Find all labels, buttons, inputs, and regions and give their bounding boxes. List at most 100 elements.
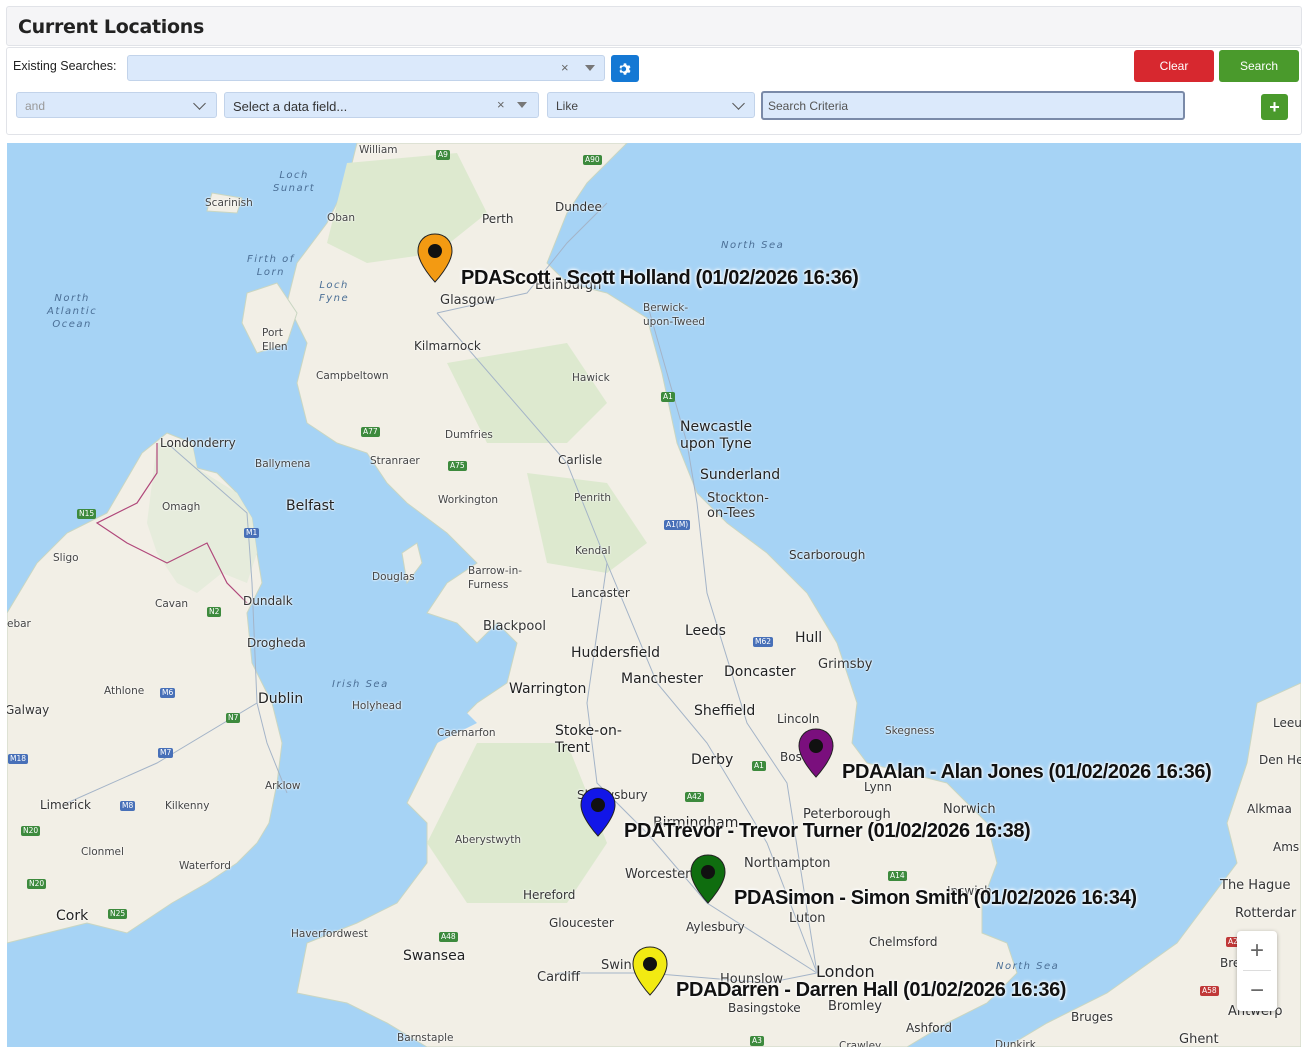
road-shield: M7 bbox=[158, 748, 174, 758]
place-crawley: Crawley bbox=[839, 1040, 882, 1047]
place-port-ellen: Port Ellen bbox=[262, 327, 288, 353]
road-shield: A90 bbox=[583, 155, 602, 165]
place-firth-of-lorn: Firth of Lorn bbox=[247, 254, 295, 278]
add-criteria-button[interactable]: + bbox=[1261, 94, 1288, 120]
road-shield: N15 bbox=[77, 509, 97, 519]
place-scarborough: Scarborough bbox=[789, 548, 866, 562]
road-shield: A48 bbox=[439, 932, 458, 942]
marker-pdaalan[interactable] bbox=[797, 728, 835, 778]
marker-pdascott[interactable] bbox=[416, 233, 454, 283]
place-northampton: Northampton bbox=[744, 856, 831, 871]
road-shield: A9 bbox=[436, 150, 450, 160]
place-limerick: Limerick bbox=[40, 798, 91, 812]
place-dumfries: Dumfries bbox=[445, 429, 493, 441]
place-oban: Oban bbox=[327, 212, 356, 224]
place-skegness: Skegness bbox=[885, 725, 935, 737]
place-galway: Galway bbox=[7, 703, 50, 717]
clear-button[interactable]: Clear bbox=[1134, 50, 1214, 82]
place-haverfordwest: Haverfordwest bbox=[291, 928, 368, 940]
place-basingstoke: Basingstoke bbox=[728, 1001, 801, 1015]
place-barrow: Barrow-in- Furness bbox=[468, 565, 523, 591]
place-manchester: Manchester bbox=[621, 671, 703, 687]
place-caernarfon: Caernarfon bbox=[437, 727, 496, 739]
place-lincoln: Lincoln bbox=[777, 712, 820, 726]
zoom-out-button[interactable]: − bbox=[1237, 971, 1277, 1011]
zoom-divider bbox=[1243, 970, 1271, 971]
place-luton: Luton bbox=[789, 911, 826, 926]
place-penrith: Penrith bbox=[574, 492, 612, 504]
place-bromley: Bromley bbox=[828, 999, 882, 1014]
search-criteria-input[interactable] bbox=[761, 91, 1185, 120]
place-hawick: Hawick bbox=[572, 372, 610, 384]
search-settings-button[interactable] bbox=[611, 55, 639, 82]
marker-label-pdatrevor: PDATrevor - Trevor Turner (01/02/2026 16… bbox=[624, 820, 1031, 842]
road-shield: N20 bbox=[21, 826, 41, 836]
zoom-in-button[interactable]: + bbox=[1237, 931, 1277, 971]
place-glasgow: Glasgow bbox=[440, 293, 496, 308]
place-leeu: Leeu bbox=[1273, 716, 1301, 730]
place-derby: Derby bbox=[691, 752, 734, 768]
road-shield: M18 bbox=[8, 754, 29, 764]
place-drogheda: Drogheda bbox=[247, 636, 306, 650]
place-huddersfield: Huddersfield bbox=[571, 645, 661, 661]
place-ams: Ams bbox=[1273, 840, 1300, 854]
place-north-sea: North Sea bbox=[721, 240, 785, 251]
place-barnstaple: Barnstaple bbox=[397, 1032, 454, 1044]
marker-pdasimon[interactable] bbox=[689, 854, 727, 904]
marker-pdadarren[interactable] bbox=[631, 946, 669, 996]
place-norwich: Norwich bbox=[943, 802, 996, 817]
place-kendal: Kendal bbox=[575, 545, 611, 557]
place-grimsby: Grimsby bbox=[818, 657, 873, 672]
plus-icon: + bbox=[1269, 96, 1280, 117]
location-pin-icon bbox=[690, 854, 726, 904]
road-shield: A1 bbox=[752, 761, 766, 771]
place-loch-fyne: Loch Fyne bbox=[319, 280, 350, 304]
clear-field-icon[interactable]: × bbox=[497, 97, 505, 112]
place-stranraer: Stranraer bbox=[370, 455, 420, 467]
place-dundalk: Dundalk bbox=[243, 594, 293, 608]
place-aberystwyth: Aberystwyth bbox=[455, 834, 521, 846]
place-leeds: Leeds bbox=[685, 623, 726, 639]
locations-map[interactable]: William Loch Sunart Scarinish Oban Perth… bbox=[7, 143, 1301, 1047]
operator-value: Like bbox=[556, 99, 579, 113]
road-shield: M1 bbox=[244, 528, 260, 538]
place-chelmsford: Chelmsford bbox=[869, 935, 938, 949]
marker-label-pdadarren: PDADarren - Darren Hall (01/02/2026 16:3… bbox=[676, 979, 1067, 1001]
place-belfast: Belfast bbox=[286, 498, 335, 514]
marker-pdatrevor[interactable] bbox=[579, 787, 617, 837]
place-stoke: Stoke-on- Trent bbox=[555, 723, 622, 756]
place-ashford: Ashford bbox=[906, 1021, 952, 1035]
place-lancaster: Lancaster bbox=[571, 586, 630, 600]
existing-searches-select[interactable]: × bbox=[127, 55, 605, 81]
search-button[interactable]: Search bbox=[1219, 50, 1299, 82]
clear-selection-icon[interactable]: × bbox=[561, 60, 569, 75]
road-shield: A42 bbox=[685, 792, 704, 802]
conjunction-select[interactable]: and bbox=[16, 92, 217, 118]
road-shield: A58 bbox=[1200, 986, 1219, 996]
road-shield: A77 bbox=[361, 427, 380, 437]
place-stockton: Stockton- on-Tees bbox=[707, 491, 769, 521]
place-douglas: Douglas bbox=[372, 571, 415, 583]
place-swindon: Swin bbox=[601, 958, 632, 973]
place-dundee: Dundee bbox=[555, 200, 602, 214]
search-panel: Existing Searches: × Clear Search and Se… bbox=[6, 47, 1302, 135]
place-arklow: Arklow bbox=[265, 780, 301, 792]
place-waterford: Waterford bbox=[179, 860, 231, 872]
place-alkmaar: Alkmaa bbox=[1247, 802, 1292, 816]
data-field-select[interactable]: Select a data field... × bbox=[224, 92, 539, 118]
place-irish-sea: Irish Sea bbox=[332, 679, 389, 690]
zoom-control: + − bbox=[1237, 931, 1277, 1011]
place-london: London bbox=[816, 962, 875, 981]
place-carlisle: Carlisle bbox=[558, 453, 603, 467]
page-header: Current Locations bbox=[6, 6, 1302, 46]
place-bruges: Bruges bbox=[1071, 1010, 1114, 1024]
road-shield: A14 bbox=[888, 871, 907, 881]
location-pin-icon bbox=[580, 787, 616, 837]
operator-select[interactable]: Like bbox=[547, 92, 755, 118]
place-doncaster: Doncaster bbox=[724, 664, 796, 680]
road-shield: N20 bbox=[27, 879, 47, 889]
place-workington: Workington bbox=[438, 494, 499, 506]
dropdown-caret-icon bbox=[517, 102, 527, 108]
place-ballymena: Ballymena bbox=[255, 458, 311, 470]
gear-icon bbox=[619, 62, 631, 75]
